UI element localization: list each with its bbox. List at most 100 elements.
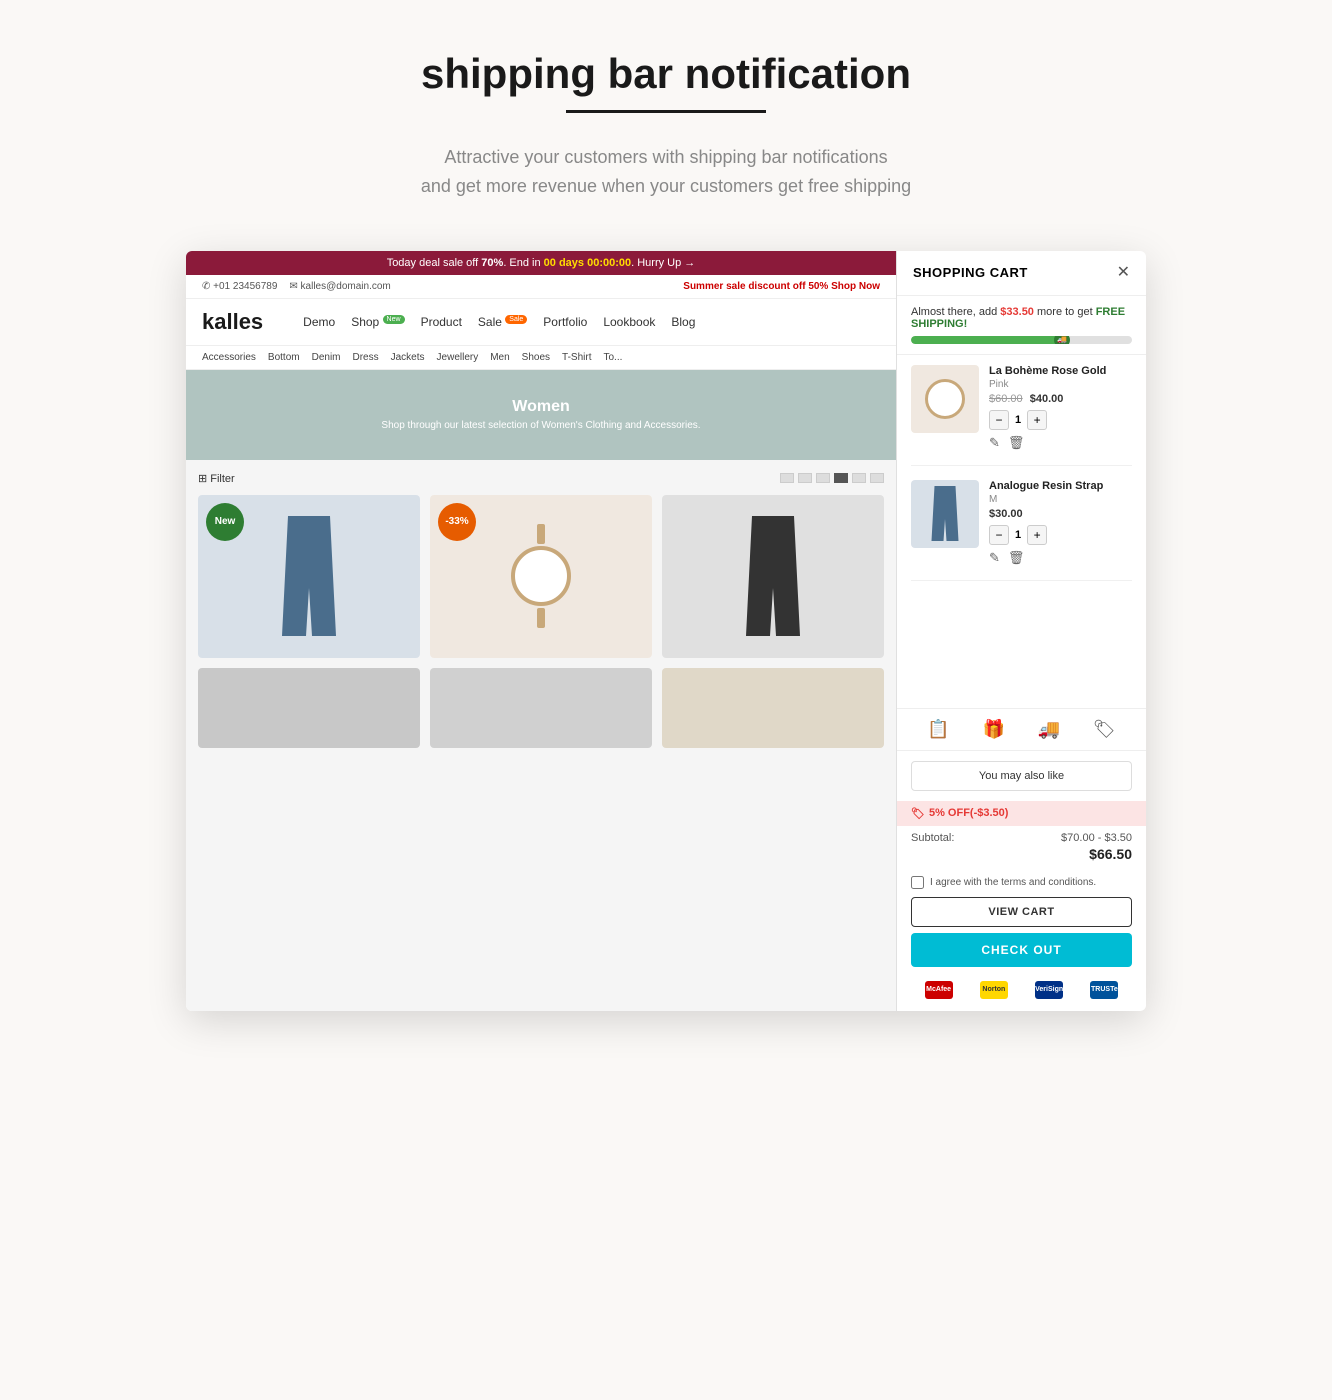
cat-denim[interactable]: Denim (312, 352, 341, 363)
product-image-5 (430, 668, 652, 748)
top-bar: ✆ +01 23456789 ✉ kalles@domain.com Summe… (186, 275, 896, 299)
nav-item-shop[interactable]: Shop New (351, 315, 404, 329)
checkout-button[interactable]: CHECK OUT (911, 933, 1132, 967)
cat-jewellery[interactable]: Jewellery (437, 352, 479, 363)
nav-item-sale[interactable]: Sale Sale (478, 315, 527, 329)
verisign-icon: VeriSign (1035, 981, 1063, 999)
cat-bottom[interactable]: Bottom (268, 352, 300, 363)
product-image-1: New (198, 495, 420, 658)
subtotal-label: Subtotal: (911, 832, 954, 844)
terms-checkbox[interactable] (911, 876, 924, 889)
cart-title: SHOPPING CART (913, 265, 1028, 280)
cat-men[interactable]: Men (490, 352, 509, 363)
view-grid2[interactable] (798, 473, 812, 483)
item-delete-1[interactable]: 🗑 (1008, 435, 1025, 451)
pants-svg (279, 516, 339, 636)
shipping-truck-icon: 🚚 (1054, 336, 1070, 344)
nav-item-lookbook[interactable]: Lookbook (603, 315, 655, 329)
view-icons (780, 473, 884, 483)
hero-title: Women (512, 398, 569, 416)
view-grid4[interactable] (834, 473, 848, 483)
product-card-5[interactable] (430, 668, 652, 748)
cat-accessories[interactable]: Accessories (202, 352, 256, 363)
view-grid5[interactable] (852, 473, 866, 483)
view-cart-button[interactable]: VIEW CART (911, 897, 1132, 927)
store-logo[interactable]: kalles (202, 309, 263, 335)
filter-button[interactable]: ⊞ Filter (198, 472, 235, 485)
category-nav: Accessories Bottom Denim Dress Jackets J… (186, 345, 896, 370)
watch-svg (511, 546, 571, 606)
view-list[interactable] (780, 473, 794, 483)
cart-item-image-1 (911, 365, 979, 433)
summer-sale-info: Summer sale discount off 50% Shop Now (683, 281, 880, 292)
cart-item-2: Analogue Resin Strap M $30.00 − 1 + ✎ 🗑 (911, 480, 1132, 581)
page-subtitle: Attractive your customers with shipping … (421, 143, 911, 201)
nav-item-portfolio[interactable]: Portfolio (543, 315, 587, 329)
store-side: Today deal sale off 70%. End in 00 days … (186, 251, 896, 1011)
cart-item-1: La Bohème Rose Gold Pink $60.00 $40.00 −… (911, 365, 1132, 466)
nav-item-demo[interactable]: Demo (303, 315, 335, 329)
ui-mockup: Today deal sale off 70%. End in 00 days … (186, 251, 1146, 1011)
qty-decrease-1[interactable]: − (989, 410, 1009, 430)
tool-tag[interactable]: 🏷 (1093, 719, 1116, 740)
nav-item-blog[interactable]: Blog (671, 315, 695, 329)
qty-increase-1[interactable]: + (1027, 410, 1047, 430)
product-card-6[interactable] (662, 668, 884, 748)
deal-bar: Today deal sale off 70%. End in 00 days … (186, 251, 896, 275)
products-grid-row2 (198, 668, 884, 748)
cat-tshirt[interactable]: T-Shirt (562, 352, 591, 363)
product-image-6 (662, 668, 884, 748)
trust-mcafee: McAfee (925, 981, 953, 999)
discount-tag: 🏷 5% OFF(-$3.50) (911, 807, 1008, 820)
qty-increase-2[interactable]: + (1027, 525, 1047, 545)
product-card-2[interactable]: -33% La Bohème Rose Gold $60.00 $40.00 (430, 495, 652, 658)
title-divider (566, 110, 766, 113)
product-image-4 (198, 668, 420, 748)
cart-item-name-1: La Bohème Rose Gold (989, 365, 1132, 377)
view-grid3[interactable] (816, 473, 830, 483)
hero-subtitle: Shop through our latest selection of Wom… (381, 420, 700, 431)
subtotal-section: Subtotal: $70.00 - $3.50 $66.50 (897, 826, 1146, 876)
item-edit-2[interactable]: ✎ (989, 550, 1000, 566)
cat-more[interactable]: To... (603, 352, 622, 363)
cart-item-variant-1: Pink (989, 379, 1132, 390)
tool-gift[interactable]: 🎁 (983, 719, 1005, 740)
qty-decrease-2[interactable]: − (989, 525, 1009, 545)
qty-value-2: 1 (1015, 529, 1021, 541)
product-card-1[interactable]: New Analogue Resin Strap $30.00 (198, 495, 420, 658)
email-info: ✉ kalles@domain.com (289, 281, 390, 292)
cart-item-details-2: Analogue Resin Strap M $30.00 − 1 + ✎ 🗑 (989, 480, 1132, 566)
nav-item-product[interactable]: Product (421, 315, 462, 329)
phone-info: ✆ +01 23456789 (202, 281, 277, 292)
truste-icon: TRUSTe (1090, 981, 1118, 999)
cart-item-image-2 (911, 480, 979, 548)
tool-truck[interactable]: 🚚 (1038, 719, 1060, 740)
cart-item-price-1: $60.00 $40.00 (989, 393, 1132, 405)
tool-clipboard[interactable]: 📋 (927, 719, 949, 740)
page-title: shipping bar notification (421, 50, 911, 98)
terms-label: I agree with the terms and conditions. (930, 877, 1096, 888)
trust-verisign: VeriSign (1035, 981, 1063, 999)
norton-icon: Norton (980, 981, 1008, 999)
subtotal-total: $66.50 (911, 846, 1132, 862)
cat-dress[interactable]: Dress (353, 352, 379, 363)
may-also-like-button[interactable]: You may also like (911, 761, 1132, 791)
subtotal-row: Subtotal: $70.00 - $3.50 (911, 832, 1132, 844)
trust-badges: McAfee Norton VeriSign TRUSTe (897, 975, 1146, 1011)
qty-control-2: − 1 + (989, 525, 1132, 545)
main-nav: kalles Demo Shop New Product Sale Sale P… (186, 299, 896, 345)
product-badge-new: New (206, 503, 244, 541)
product-card-4[interactable] (198, 668, 420, 748)
cart-item-details-1: La Bohème Rose Gold Pink $60.00 $40.00 −… (989, 365, 1132, 451)
view-grid6[interactable] (870, 473, 884, 483)
mcafee-icon: McAfee (925, 981, 953, 999)
cart-item-name-2: Analogue Resin Strap (989, 480, 1132, 492)
cat-shoes[interactable]: Shoes (522, 352, 550, 363)
sale-badge: Sale (505, 315, 527, 324)
item-delete-2[interactable]: 🗑 (1008, 550, 1025, 566)
cart-watch-icon (925, 379, 965, 419)
product-card-3[interactable]: Ridley High Waist $36.00 (662, 495, 884, 658)
item-edit-1[interactable]: ✎ (989, 435, 1000, 451)
cart-close-button[interactable]: ✕ (1117, 265, 1130, 281)
cat-jackets[interactable]: Jackets (391, 352, 425, 363)
